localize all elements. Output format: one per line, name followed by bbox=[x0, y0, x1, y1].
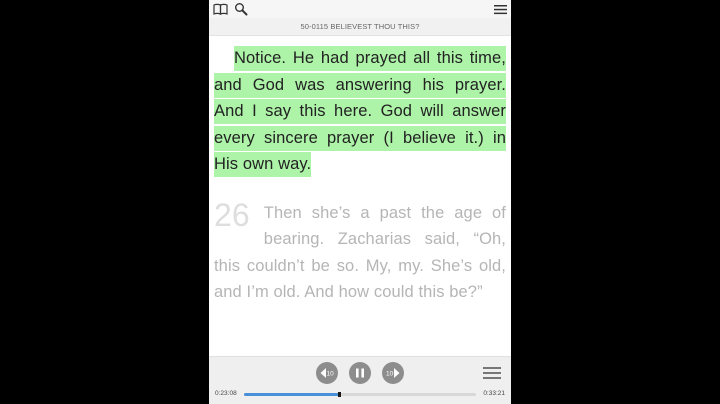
paragraph-number: 26 bbox=[214, 196, 250, 233]
paragraph[interactable]: 26 Then she’s a past the age of bearing. … bbox=[214, 196, 506, 306]
paragraph-text: Then she’s a past the age of bearing. Za… bbox=[214, 203, 506, 302]
rewind-10-button[interactable]: 10 bbox=[316, 362, 338, 384]
playlist-menu-icon[interactable] bbox=[483, 365, 501, 381]
progress-knob[interactable] bbox=[338, 392, 342, 397]
progress-track[interactable] bbox=[244, 392, 476, 397]
total-time: 0:33:21 bbox=[483, 390, 505, 397]
book-icon[interactable] bbox=[212, 1, 228, 17]
rewind-icon: 10 bbox=[320, 368, 335, 378]
document-title: 50-0115 BELIEVEST THOU THIS? bbox=[209, 18, 511, 36]
forward-10-button[interactable]: 10 bbox=[382, 362, 404, 384]
reader-app: 50-0115 BELIEVEST THOU THIS? Notice. He … bbox=[209, 0, 511, 404]
paragraph-highlighted[interactable]: Notice. He had prayed all this time, and… bbox=[214, 45, 506, 178]
pause-button[interactable] bbox=[349, 362, 371, 384]
elapsed-time: 0:23:08 bbox=[215, 390, 237, 397]
forward-icon: 10 bbox=[386, 368, 400, 378]
search-icon[interactable] bbox=[233, 1, 249, 17]
pause-icon bbox=[356, 368, 364, 378]
highlighted-text[interactable]: Notice. He had prayed all this time, and… bbox=[214, 46, 506, 177]
rewind-seconds-label: 10 bbox=[327, 371, 335, 378]
forward-seconds-label: 10 bbox=[386, 371, 394, 378]
top-toolbar bbox=[209, 0, 511, 18]
reading-pane: Notice. He had prayed all this time, and… bbox=[214, 45, 506, 306]
audio-player: 10 10 0:23:08 0:33:21 bbox=[209, 356, 511, 404]
progress-fill bbox=[244, 393, 340, 396]
menu-icon[interactable] bbox=[492, 1, 508, 17]
